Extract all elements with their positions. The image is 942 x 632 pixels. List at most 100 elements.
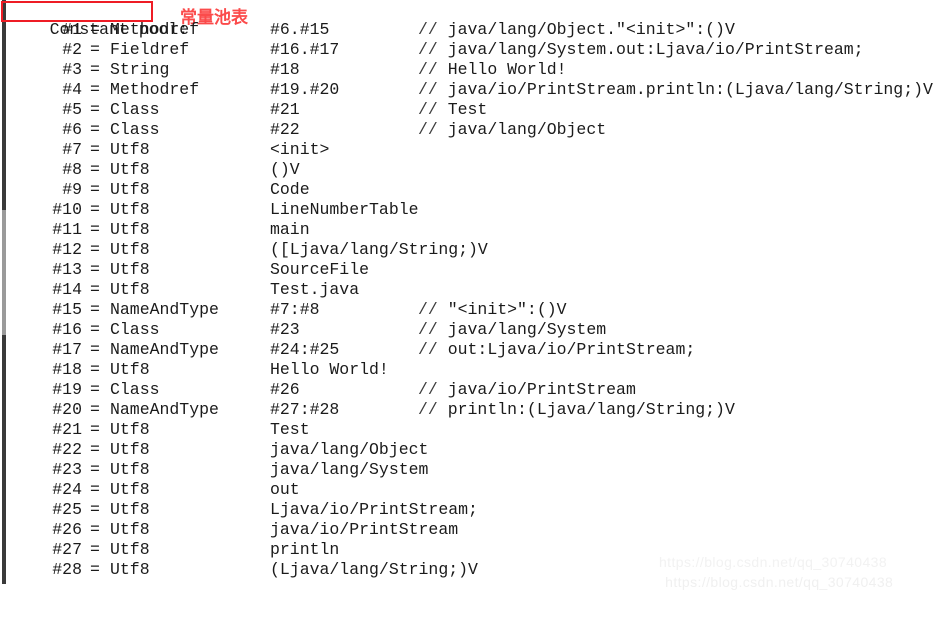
entry-tag: Utf8 xyxy=(110,240,150,259)
entry-tag: Utf8 xyxy=(110,420,150,439)
entry-index: #6 xyxy=(62,120,82,139)
entry-separator: = xyxy=(90,360,100,379)
entry-index: #2 xyxy=(62,40,82,59)
entry-value: ([Ljava/lang/String;)V xyxy=(270,240,488,259)
entry-tag: Utf8 xyxy=(110,140,150,159)
entry-tag: Utf8 xyxy=(110,280,150,299)
comment-text: java/lang/Object xyxy=(437,120,607,139)
entry-tag: String xyxy=(110,60,170,79)
entry-tag: Utf8 xyxy=(110,440,150,459)
csdn-watermark: https://blog.csdn.net/qq_30740438 https:… xyxy=(648,552,893,632)
entry-tag: Utf8 xyxy=(110,220,150,239)
entry-tag: Utf8 xyxy=(110,460,150,479)
entry-index: #23 xyxy=(52,460,82,479)
entry-separator: = xyxy=(90,560,100,579)
entry-index: #20 xyxy=(52,400,82,419)
entry-tag: Class xyxy=(110,320,160,339)
entry-tag: Fieldref xyxy=(110,40,190,59)
entry-tag: Utf8 xyxy=(110,200,150,219)
entry-separator: = xyxy=(90,480,100,499)
entry-separator: = xyxy=(90,440,100,459)
comment-text: java/io/PrintStream xyxy=(437,380,636,399)
entry-index: #16 xyxy=(52,320,82,339)
entry-tag: Utf8 xyxy=(110,540,150,559)
entry-tag: Utf8 xyxy=(110,360,150,379)
entry-index: #27 xyxy=(52,540,82,559)
entry-value: Hello World! xyxy=(270,360,389,379)
entry-value: <init> xyxy=(270,140,330,159)
watermark-text: https://blog.csdn.net/qq_30740438 xyxy=(665,574,894,590)
entry-index: #7 xyxy=(62,140,82,159)
entry-index: #21 xyxy=(52,420,82,439)
entry-tag: Utf8 xyxy=(110,160,150,179)
entry-value: (Ljava/lang/String;)V xyxy=(270,560,478,579)
scrollbar-thumb[interactable] xyxy=(2,210,6,335)
entry-separator: = xyxy=(90,180,100,199)
entry-index: #11 xyxy=(52,220,82,239)
entry-comment: // java/io/PrintStream.println:(Ljava/la… xyxy=(418,80,933,100)
entry-index: #5 xyxy=(62,100,82,119)
entry-tag: Class xyxy=(110,120,160,139)
comment-prefix: // xyxy=(418,300,438,319)
entry-tag: Class xyxy=(110,380,160,399)
entry-index: #15 xyxy=(52,300,82,319)
entry-separator: = xyxy=(90,120,100,139)
entry-comment: // java/lang/System.out:Ljava/io/PrintSt… xyxy=(418,40,864,60)
entry-index: #26 xyxy=(52,520,82,539)
comment-prefix: // xyxy=(418,60,438,79)
comment-prefix: // xyxy=(418,120,438,139)
comment-prefix: // xyxy=(418,100,438,119)
entry-value: #23 xyxy=(270,320,300,339)
entry-separator: = xyxy=(90,220,100,239)
entry-tag: Utf8 xyxy=(110,260,150,279)
entry-tag: NameAndType xyxy=(110,300,219,319)
entry-separator: = xyxy=(90,520,100,539)
entry-separator: = xyxy=(90,80,100,99)
entry-tag: Utf8 xyxy=(110,560,150,579)
comment-text: out:Ljava/io/PrintStream; xyxy=(437,340,696,359)
entry-separator: = xyxy=(90,420,100,439)
entry-comment: // out:Ljava/io/PrintStream; xyxy=(418,340,695,360)
comment-prefix: // xyxy=(418,80,438,99)
entry-separator: = xyxy=(90,240,100,259)
entry-index: #1 xyxy=(62,20,82,39)
entry-comment: // Test xyxy=(418,100,487,120)
entry-index: #3 xyxy=(62,60,82,79)
entry-index: #28 xyxy=(52,560,82,579)
entry-value: Test xyxy=(270,420,310,439)
comment-prefix: // xyxy=(418,340,438,359)
comment-prefix: // xyxy=(418,20,438,39)
entry-value: #22 xyxy=(270,120,300,139)
entry-comment: // java/io/PrintStream xyxy=(418,380,636,400)
entry-tag: Utf8 xyxy=(110,480,150,499)
comment-text: "<init>":()V xyxy=(437,300,567,319)
javap-output-console[interactable]: Constant pool: 常量池表 #1 = Methodref #6.#15//… xyxy=(0,0,942,590)
entry-tag: NameAndType xyxy=(110,400,219,419)
entry-value: #19.#20 xyxy=(270,80,340,99)
entry-value: println xyxy=(270,540,340,559)
entry-separator: = xyxy=(90,400,100,419)
entry-index: #25 xyxy=(52,500,82,519)
entry-comment: // "<init>":()V xyxy=(418,300,567,320)
entry-index: #10 xyxy=(52,200,82,219)
entry-separator: = xyxy=(90,380,100,399)
entry-separator: = xyxy=(90,460,100,479)
entry-value: #7:#8 xyxy=(270,300,320,319)
comment-prefix: // xyxy=(418,380,438,399)
entry-tag: NameAndType xyxy=(110,340,219,359)
entry-value: #18 xyxy=(270,60,300,79)
entry-comment: // java/lang/System xyxy=(418,320,606,340)
entry-value: Code xyxy=(270,180,310,199)
entry-index: #22 xyxy=(52,440,82,459)
comment-text: Hello World! xyxy=(437,60,567,79)
entry-value: SourceFile xyxy=(270,260,370,279)
entry-comment: // println:(Ljava/lang/String;)V xyxy=(418,400,735,420)
entry-separator: = xyxy=(90,20,100,39)
entry-index: #24 xyxy=(52,480,82,499)
comment-text: java/io/PrintStream.println:(Ljava/lang/… xyxy=(437,80,933,99)
watermark-text-shadow: https://blog.csdn.net/qq_30740438 xyxy=(659,554,888,570)
comment-prefix: // xyxy=(418,400,438,419)
entry-separator: = xyxy=(90,100,100,119)
entry-value: #26 xyxy=(270,380,300,399)
entry-separator: = xyxy=(90,500,100,519)
